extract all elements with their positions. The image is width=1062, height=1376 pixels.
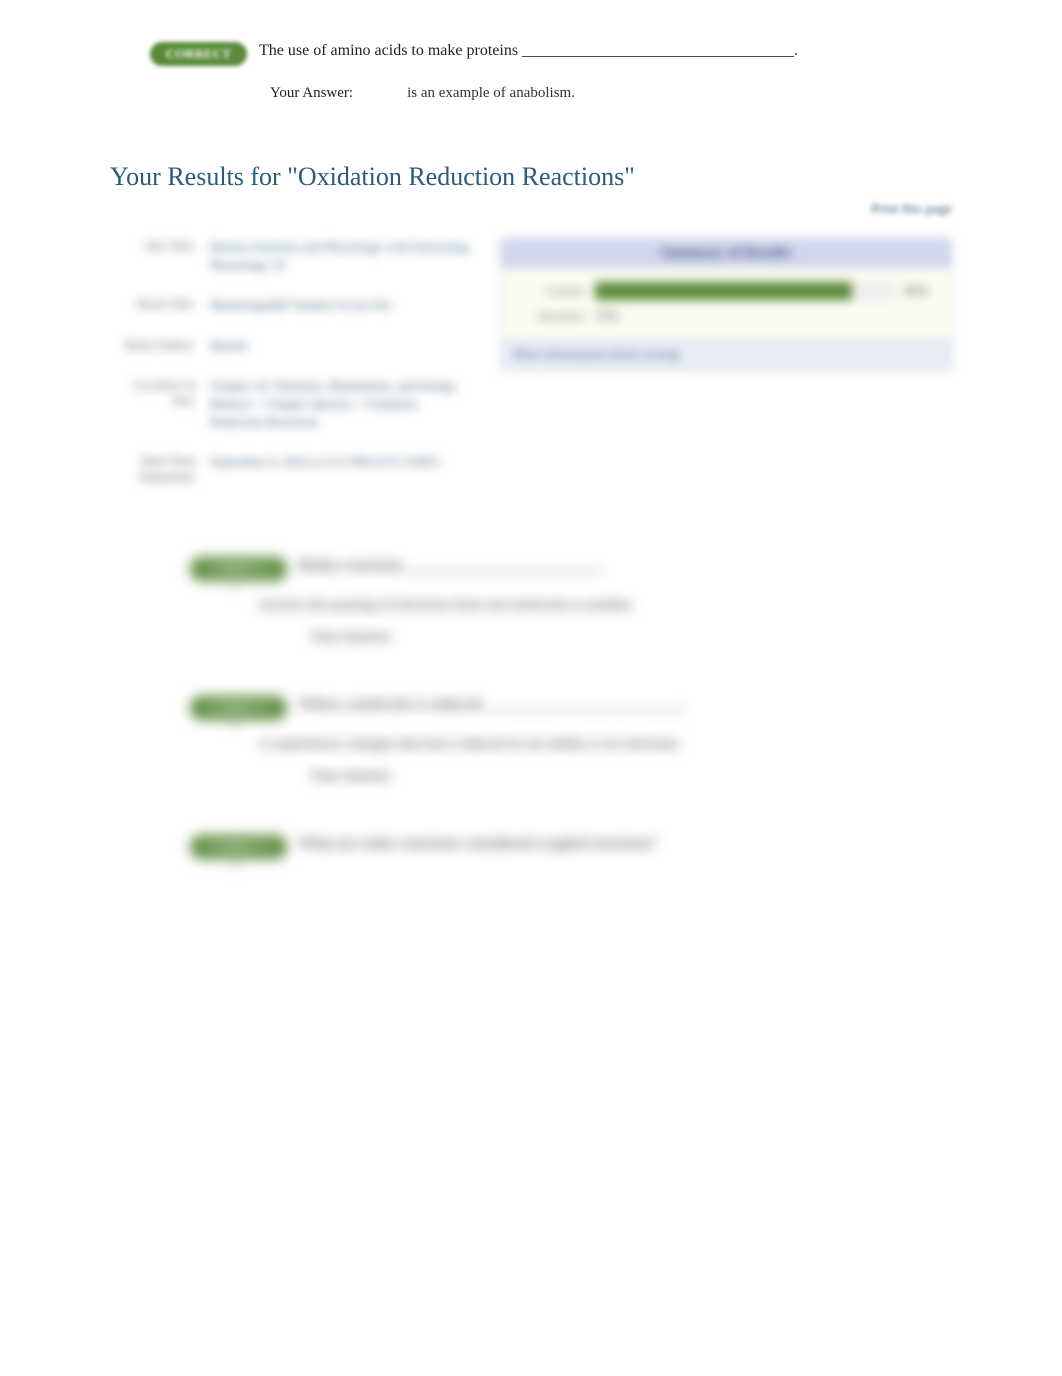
book-author-label: Book Author:	[110, 337, 210, 355]
summary-incorrect-pct: 15%	[595, 308, 937, 324]
question-block-2: 2 CORRECT When a molecule is reduced, __…	[110, 696, 952, 785]
results-title: Your Results for "Oxidation Reduction Re…	[110, 162, 952, 192]
summary-panel: Summary of Results Correct 85% Incorrect…	[500, 238, 952, 507]
summary-incorrect-label: Incorrect	[515, 308, 595, 324]
location-value: Chapter 24: Nutrition, Metabolism, and E…	[210, 377, 470, 432]
your-answer-label: Your Answer:	[270, 85, 353, 101]
question-text: The use of amino acids to make proteins …	[259, 42, 798, 59]
question-block-1: 1 CORRECT Redox reactions ______________…	[110, 557, 952, 646]
summary-footer-link[interactable]: More information about scoring	[501, 338, 951, 370]
date-label: Date/Time Submitted:	[110, 453, 210, 485]
site-title-value: Human Anatomy and Physiology with Intere…	[210, 238, 470, 274]
answer-value: involve the passing of electrons from on…	[260, 597, 952, 614]
date-value: September 6, 2016 at 4:31 PM (UTC/GMT)	[210, 453, 470, 485]
book-title-label: Book Title:	[110, 296, 210, 314]
question-block-3: 3 CORRECT What are redox reactions consi…	[110, 835, 952, 859]
correct-badge: CORRECT	[190, 835, 287, 859]
correct-badge: CORRECT	[190, 696, 287, 720]
question-number: 2	[230, 718, 238, 735]
question-number: 3	[230, 857, 238, 874]
answer-value: it experiences changes that have reduced…	[260, 736, 952, 753]
book-author-value: Marieb	[210, 337, 470, 355]
question-text: What are redox reactions considered coup…	[299, 835, 656, 852]
site-title-label: Site Title:	[110, 238, 210, 274]
summary-correct-pct: 85%	[897, 283, 937, 299]
results-meta: Site Title: Human Anatomy and Physiology…	[110, 238, 952, 507]
location-label: Location on Site:	[110, 377, 210, 432]
print-page-link[interactable]: Print this page	[110, 202, 952, 218]
correct-badge: CORRECT	[190, 557, 287, 581]
correct-badge: CORRECT	[150, 42, 247, 66]
summary-correct-bar	[595, 282, 897, 300]
meta-left-column: Site Title: Human Anatomy and Physiology…	[110, 238, 470, 507]
question-text: When a molecule is reduced, ____________…	[299, 696, 684, 713]
your-answer-label: Your Answer:	[310, 629, 393, 645]
book-title-value: MasteringA&P Student Access Kit	[210, 296, 470, 314]
summary-correct-label: Correct	[515, 283, 595, 299]
question-number: 1	[230, 579, 238, 596]
question-block-top: CORRECT The use of amino acids to make p…	[110, 42, 952, 102]
answer-value: is an example of anabolism.	[407, 85, 575, 102]
summary-header: Summary of Results	[501, 239, 951, 268]
question-text: Redox reactions ________________________…	[299, 557, 603, 574]
your-answer-label: Your Answer:	[310, 768, 393, 784]
